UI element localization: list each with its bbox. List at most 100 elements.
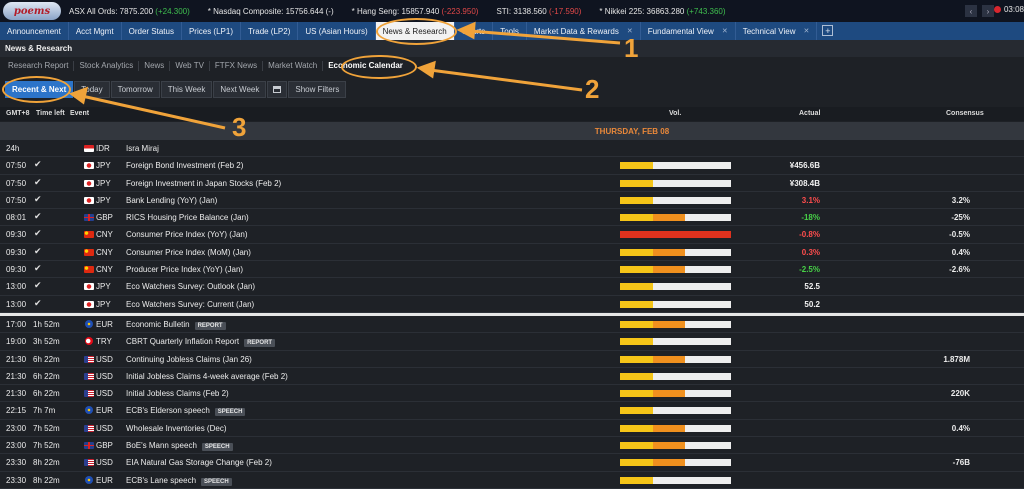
event-name[interactable]: Consumer Price Index (MoM) (Jan) [126, 248, 251, 257]
ticker-prev-icon[interactable]: ‹ [965, 5, 977, 17]
event-row[interactable]: 19:00 3h 52m TRY CBRT Quarterly Inflation R… [0, 333, 1024, 351]
sub-tab[interactable]: Stock Analytics [74, 61, 140, 71]
event-row[interactable]: 23:00 7h 52m USD Wholesale Inventories (Dec… [0, 420, 1024, 438]
close-icon[interactable]: ✕ [803, 27, 809, 35]
event-row[interactable]: 21:30 6h 22m USD Continuing Jobless Claims … [0, 351, 1024, 368]
event-row[interactable]: 09:30 ✔ CNY Consumer Price Index (MoM) (Jan… [0, 244, 1024, 262]
event-name[interactable]: Eco Watchers Survey: Outlook (Jan) [126, 282, 255, 291]
main-tab-label: Technical View [742, 26, 796, 36]
event-name-text: Wholesale Inventories (Dec) [126, 423, 227, 433]
event-name[interactable]: EIA Natural Gas Storage Change (Feb 2) [126, 458, 272, 467]
sub-tab[interactable]: Web TV [170, 61, 210, 71]
event-row[interactable]: 07:50 ✔ JPY Foreign Investment in Japan Sto… [0, 175, 1024, 192]
event-row[interactable]: 24h IDR Isra Miraj [0, 140, 1024, 158]
event-name[interactable]: Producer Price Index (YoY) (Jan) [126, 265, 243, 274]
show-filters-button[interactable]: Show Filters [288, 80, 347, 98]
volatility-bar [620, 248, 731, 256]
event-name[interactable]: Continuing Jobless Claims (Jan 26) [126, 355, 252, 364]
event-name[interactable]: Isra Miraj [126, 144, 159, 153]
main-tab[interactable]: Tools [493, 22, 527, 40]
main-tab[interactable]: Order Status [122, 22, 182, 40]
ticker-item[interactable]: * Hang Seng: 15857.940 (-223.950) [352, 7, 479, 16]
col-consensus[interactable]: Consensus [946, 110, 984, 117]
brand-logo[interactable]: poems [3, 2, 61, 20]
event-name[interactable]: ECB's Lane speech SPEECH [126, 476, 232, 486]
ticker-item[interactable]: * Nasdaq Composite: 15756.644 (-) [208, 7, 334, 16]
col-gmt[interactable]: GMT+8 [6, 110, 30, 117]
event-currency: JPY [96, 282, 111, 292]
event-row[interactable]: 23:30 8h 22m USD EIA Natural Gas Storage Ch… [0, 454, 1024, 472]
main-tab[interactable]: Trade (LP2) [241, 22, 299, 40]
event-name[interactable]: CBRT Quarterly Inflation Report REPORT [126, 337, 276, 348]
main-tab[interactable]: Technical View ✕ [736, 22, 818, 40]
main-tab[interactable]: Fundamental View ✕ [641, 22, 736, 40]
ticker-item[interactable]: ASX All Ords: 7875.200 (+24.300) [69, 7, 190, 16]
event-name[interactable]: ECB's Elderson speech SPEECH [126, 406, 246, 417]
event-row[interactable]: 21:30 6h 22m USD Initial Jobless Claims 4-w… [0, 368, 1024, 386]
event-name[interactable]: Bank Lending (YoY) (Jan) [126, 196, 217, 205]
calendar-button[interactable] [267, 80, 288, 98]
event-row[interactable]: 22:15 7h 7m EUR ECB's Elderson speech SPEECH [0, 402, 1024, 420]
event-currency: USD [96, 389, 113, 399]
event-name[interactable]: Initial Jobless Claims 4-week average (F… [126, 372, 288, 381]
main-tab[interactable]: Acct Mgmt [69, 22, 122, 40]
event-row[interactable]: 08:01 ✔ GBP RICS Housing Price Balance (Jan… [0, 209, 1024, 227]
event-row[interactable]: 07:50 ✔ JPY Bank Lending (YoY) (Jan) 3.1% 3.2… [0, 192, 1024, 210]
event-name[interactable]: Economic Bulletin REPORT [126, 320, 226, 330]
id-flag-icon [84, 145, 94, 152]
annotation-circle-2 [341, 55, 417, 79]
this-week-button[interactable]: This Week [160, 80, 213, 98]
volatility-segment [620, 338, 654, 346]
add-tab-button[interactable]: + [822, 25, 834, 36]
main-tab[interactable]: US (Asian Hours) [298, 22, 376, 40]
gb-flag-icon [84, 214, 94, 222]
sub-tab[interactable]: FTFX News [210, 61, 264, 71]
event-row[interactable]: 13:00 ✔ JPY Eco Watchers Survey: Outlook (J… [0, 278, 1024, 296]
main-tab-label: Market Data & Rewards [533, 26, 619, 36]
event-row[interactable]: 13:00 ✔ JPY Eco Watchers Survey: Current (J… [0, 296, 1024, 313]
sub-tab[interactable]: Market Watch [263, 61, 324, 71]
ticker-items: ASX All Ords: 7875.200 (+24.300) * Nasdaq… [69, 7, 744, 16]
event-name[interactable]: Foreign Bond Investment (Feb 2) [126, 161, 243, 170]
main-tab-label: Announcement [7, 26, 61, 36]
col-actual[interactable]: Actual [799, 110, 820, 117]
event-row[interactable]: 21:30 6h 22m USD Initial Jobless Claims (Fe… [0, 385, 1024, 403]
sub-tab[interactable]: Research Report [3, 61, 75, 71]
ticker-item[interactable]: * Nikkei 225: 36863.280 (+743.360) [599, 7, 725, 16]
event-row[interactable]: 17:00 1h 52m EUR Economic Bulletin REPORT [0, 316, 1024, 334]
ticker-change: (-) [325, 6, 334, 16]
event-name[interactable]: BoE's Mann speech SPEECH [126, 441, 233, 452]
event-row[interactable]: 23:00 7h 52m GBP BoE's Mann speech SPEECH [0, 437, 1024, 455]
event-row[interactable]: 09:30 ✔ CNY Consumer Price Index (YoY) (Jan… [0, 226, 1024, 244]
main-tab[interactable]: Charts [455, 22, 494, 40]
close-icon[interactable]: ✕ [722, 27, 728, 35]
event-row[interactable]: 07:50 ✔ JPY Foreign Bond Investment (Feb 2)… [0, 157, 1024, 175]
event-name[interactable]: Consumer Price Index (YoY) (Jan) [126, 230, 248, 239]
next-week-button[interactable]: Next Week [213, 80, 267, 98]
event-name[interactable]: Foreign Investment in Japan Stocks (Feb … [126, 179, 281, 188]
event-name-text: Foreign Bond Investment (Feb 2) [126, 161, 244, 171]
event-time: 21:30 [6, 371, 27, 381]
tomorrow-button[interactable]: Tomorrow [110, 80, 160, 98]
checkmark-icon: ✔ [34, 245, 42, 256]
volatility-bar [620, 300, 731, 308]
col-vol[interactable]: Vol. [669, 110, 681, 117]
volatility-segment [620, 372, 654, 380]
sub-tab[interactable]: News [139, 61, 171, 71]
ticker-next-icon[interactable]: › [982, 5, 994, 17]
event-name[interactable]: Wholesale Inventories (Dec) [126, 424, 226, 433]
main-tab[interactable]: Announcement [0, 22, 69, 40]
event-name[interactable]: Eco Watchers Survey: Current (Jan) [126, 300, 254, 309]
col-time-left[interactable]: Time left [36, 110, 65, 117]
event-row[interactable]: 23:30 8h 22m EUR ECB's Lane speech SPEECH [0, 472, 1024, 489]
ticker-item[interactable]: STI: 3138.560 (-17.590) [496, 7, 581, 16]
today-button[interactable]: Today [74, 80, 110, 98]
tr-flag-icon [85, 337, 93, 346]
event-row[interactable]: 09:30 ✔ CNY Producer Price Index (YoY) (Jan… [0, 261, 1024, 279]
event-name[interactable]: RICS Housing Price Balance (Jan) [126, 213, 249, 222]
col-event[interactable]: Event [70, 110, 89, 117]
main-tab[interactable]: Prices (LP1) [182, 22, 241, 40]
ticker-change: (-223.950) [441, 6, 479, 16]
volatility-bar [620, 231, 731, 239]
event-name[interactable]: Initial Jobless Claims (Feb 2) [126, 389, 229, 398]
